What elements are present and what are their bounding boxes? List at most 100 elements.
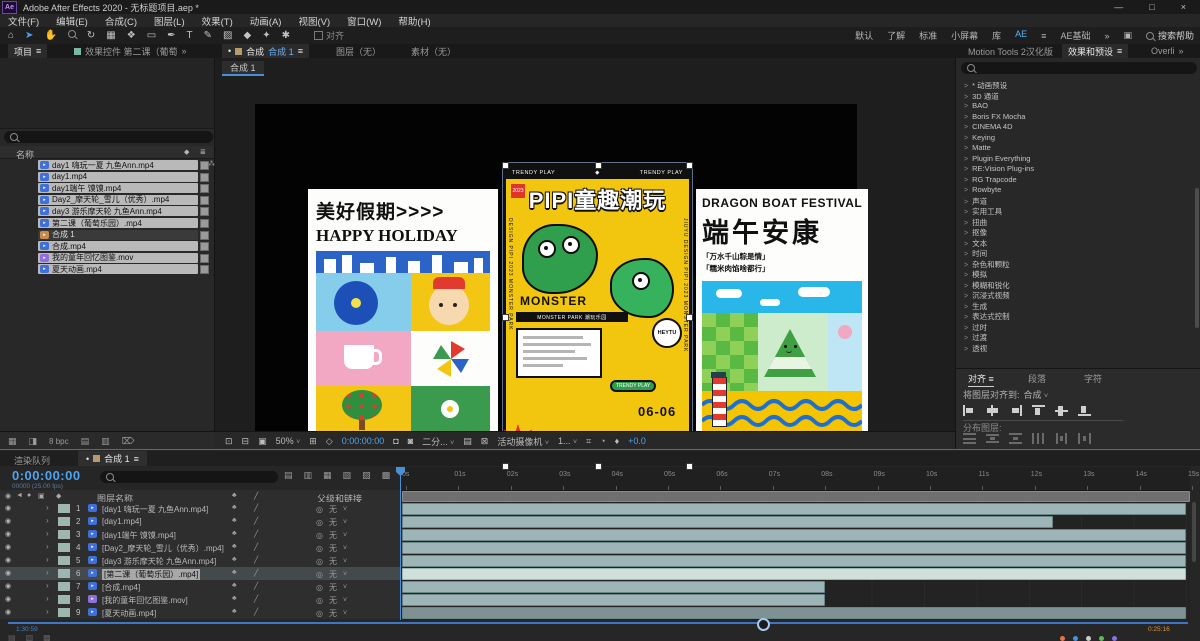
effects-category[interactable]: >Plugin Everything [964, 154, 1184, 165]
effects-scrollbar[interactable] [1195, 188, 1199, 328]
tab-timeline-comp[interactable]: • 合成 1 ≡ [78, 451, 147, 466]
roto-brush-tool-icon[interactable]: ✦ [262, 27, 270, 44]
layer-switch-icon[interactable]: ♣ [232, 530, 237, 537]
effects-category[interactable]: >声道 [964, 196, 1184, 207]
layer-label-swatch[interactable] [58, 504, 70, 513]
interpret-footage-icon[interactable]: ▦ [8, 436, 17, 447]
layer-quality-icon[interactable]: ╱ [254, 517, 258, 525]
selection-handle[interactable] [686, 463, 693, 470]
layer-label-swatch[interactable] [58, 569, 70, 578]
poster-pipi-trendy-play[interactable]: TRENDY PLAY◆TRENDY PLAY 2023 PIPI童趣潮玩 DE… [503, 163, 692, 469]
mask-visibility-icon[interactable]: ◇ [326, 436, 333, 447]
selection-handle[interactable] [595, 463, 602, 470]
effects-category[interactable]: >沉浸式视频 [964, 290, 1184, 301]
project-item-row[interactable]: ▸我的童年回忆图鉴.mov [0, 253, 214, 264]
menu-item[interactable]: 帮助(H) [398, 14, 430, 28]
help-search[interactable]: 搜索帮助 [1146, 29, 1194, 42]
tab-effects-presets[interactable]: 效果和预设 ≡ [1062, 44, 1128, 59]
project-item-row[interactable]: ▸day1.mp4 [0, 172, 214, 183]
effects-category[interactable]: >CINEMA 4D [964, 122, 1184, 133]
new-composition-icon[interactable]: ▥ [101, 436, 110, 447]
layer-label-swatch[interactable] [58, 556, 70, 565]
effects-category[interactable]: >表达式控制 [964, 311, 1184, 322]
layer-label-swatch[interactable] [58, 543, 70, 552]
fast-previews-icon[interactable]: ♦ [615, 436, 620, 446]
hand-tool-icon[interactable]: ✋ [44, 27, 56, 44]
chevron-right-icon[interactable]: > [964, 262, 968, 269]
taskbar-icon[interactable] [1112, 636, 1117, 641]
layer-label-swatch[interactable] [58, 517, 70, 526]
eye-icon[interactable]: ◉ [5, 530, 11, 538]
layer-name[interactable]: [day1.mp4] [102, 517, 228, 526]
selection-handle[interactable] [502, 162, 509, 169]
selection-tool-icon[interactable]: ➤ [25, 27, 33, 44]
layer-quality-icon[interactable]: ╱ [254, 595, 258, 603]
timeline-search-input[interactable] [100, 471, 278, 483]
project-item-row[interactable]: ▸day3 游乐摩天轮 九鱼Ann.mp4 [0, 206, 214, 217]
parent-dropdown[interactable]: ◎无˅ [316, 504, 347, 515]
channels-icon[interactable]: ◙ [408, 436, 413, 446]
effects-category[interactable]: >Boris FX Mocha [964, 112, 1184, 123]
pan-behind-tool-icon[interactable]: ❖ [127, 27, 136, 44]
effects-category[interactable]: >杂色和颗粒 [964, 259, 1184, 270]
distribute-left-icon[interactable] [1032, 433, 1045, 444]
clone-stamp-tool-icon[interactable]: ▨ [223, 27, 232, 44]
tab-project[interactable]: 项目 ≡ [8, 44, 47, 59]
label-column-icon[interactable]: ◆ [56, 492, 61, 500]
parent-dropdown[interactable]: ◎无˅ [316, 608, 347, 619]
proxy-checkbox[interactable] [200, 254, 209, 263]
parent-dropdown[interactable]: ◎无˅ [316, 595, 347, 606]
proxy-checkbox[interactable] [200, 231, 209, 240]
timeline-layer-row[interactable]: ◉›2▸[day1.mp4]♣╱◎无˅ [0, 515, 400, 529]
menu-item[interactable]: 视图(V) [298, 14, 330, 28]
work-area-bar[interactable] [402, 491, 1190, 502]
menu-item[interactable]: 合成(C) [105, 14, 137, 28]
panel-menu-icon[interactable]: ≡ [134, 454, 139, 464]
chevron-right-icon[interactable]: > [964, 314, 968, 321]
project-item-row[interactable]: ▸合成.mp4 [0, 241, 214, 252]
time-navigator-handle[interactable] [757, 618, 770, 631]
layer-quality-icon[interactable]: ╱ [254, 582, 258, 590]
align-hcenter-icon[interactable] [986, 405, 999, 416]
align-left-icon[interactable] [963, 405, 976, 416]
align-top-icon[interactable] [1032, 405, 1045, 416]
panel-menu-icon[interactable]: ≡ [36, 46, 41, 56]
timeline-layer-row[interactable]: ◉›6▸[第二课（葡萄乐园）.mp4]♣╱◎无˅ [0, 567, 400, 581]
chevron-right-icon[interactable]: > [964, 199, 968, 206]
chevron-right-icon[interactable]: > [964, 241, 968, 248]
chevron-right-icon[interactable]: > [964, 83, 968, 90]
resolution-dropdown[interactable]: 二分... ˅ [422, 435, 454, 448]
align-bottom-icon[interactable] [1078, 405, 1091, 416]
expand-transfer-icon[interactable]: ▧ [26, 633, 34, 641]
view-count-dropdown[interactable]: 1... ˅ [558, 436, 577, 446]
tab-render-queue[interactable]: 渲染队列 [14, 454, 50, 467]
chevron-right-icon[interactable]: › [46, 529, 49, 538]
minimize-button[interactable]: — [1114, 2, 1123, 12]
timeline-layer-row[interactable]: ◉›9▸[夏天动画.mp4]♣╱◎无˅ [0, 606, 400, 620]
menu-item[interactable]: 动画(A) [250, 14, 282, 28]
layer-duration-bar[interactable] [402, 503, 1186, 515]
layer-quality-icon[interactable]: ╱ [254, 543, 258, 551]
tab-overlay[interactable]: Overli » [1145, 44, 1190, 58]
chevron-right-icon[interactable]: > [964, 346, 968, 353]
burger-icon[interactable]: ≡ [1041, 31, 1046, 41]
layer-duration-bar[interactable] [402, 568, 1186, 580]
comp-mini-flowchart-icon[interactable]: ▤ [284, 470, 293, 481]
effects-category[interactable]: >模拟 [964, 269, 1184, 280]
chevron-right-icon[interactable]: › [46, 568, 49, 577]
camera-dropdown[interactable]: 活动摄像机 ˅ [497, 435, 549, 448]
effects-category[interactable]: >RE:Vision Plug-ins [964, 164, 1184, 175]
chevron-right-icon[interactable]: > [964, 335, 968, 342]
menu-item[interactable]: 图层(L) [154, 14, 185, 28]
layer-quality-icon[interactable]: ╱ [254, 556, 258, 564]
chevron-right-icon[interactable]: › [46, 581, 49, 590]
zoom-level-dropdown[interactable]: 50% ˅ [276, 436, 301, 446]
timeline-current-time[interactable]: 0:00:00:00 [12, 468, 81, 483]
layer-quality-icon[interactable]: ╱ [254, 608, 258, 616]
menu-item[interactable]: 编辑(E) [56, 14, 88, 28]
selection-handle[interactable] [502, 463, 509, 470]
workspace-6[interactable]: AE [1015, 29, 1027, 42]
effects-category[interactable]: >过渡 [964, 332, 1184, 343]
tab-character[interactable]: 字符 [1084, 372, 1102, 385]
taskbar-icon[interactable] [1086, 636, 1091, 641]
